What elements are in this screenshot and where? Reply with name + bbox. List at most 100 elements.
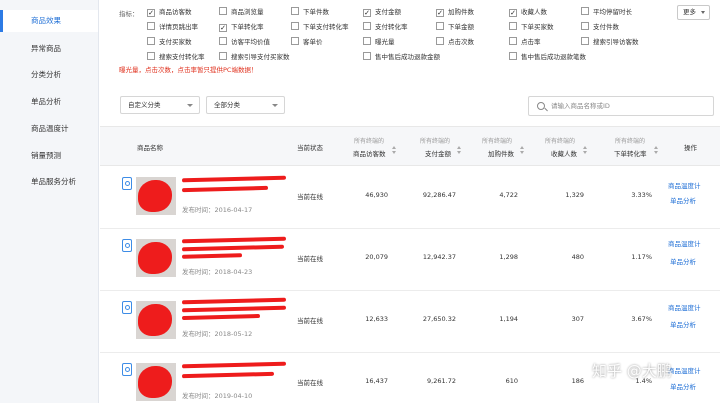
metric-checkbox-order-items[interactable]: 下单件数 <box>291 6 329 18</box>
metric-checkbox-bounce-rate[interactable]: 详情页跳出率 <box>147 21 198 33</box>
checkbox-icon[interactable] <box>219 37 227 45</box>
all-category-select[interactable]: 全部分类 <box>206 96 285 114</box>
redacted-product-title[interactable] <box>181 175 287 183</box>
metric-checkbox-search-pay-conversion[interactable]: 搜索支付转化率 <box>147 51 205 63</box>
checkbox-icon[interactable] <box>363 22 371 30</box>
sidebar-item-single-product-analysis[interactable]: 单品分析 <box>0 91 98 113</box>
single-analysis-link[interactable]: 单品分析 <box>670 319 696 329</box>
metric-checkbox-search-pay-buyers[interactable]: 搜索引导支付买家数 <box>219 51 290 63</box>
checkbox-icon[interactable] <box>509 22 517 30</box>
sort-icon[interactable] <box>654 146 658 154</box>
checkbox-checked-icon[interactable]: ✓ <box>147 9 155 17</box>
sidebar-item-category-analysis[interactable]: 分类分析 <box>0 64 98 86</box>
product-thumbnail[interactable] <box>136 363 176 401</box>
metric-checkbox-cart-items[interactable]: ✓ 加购件数 <box>436 6 474 18</box>
product-search-input[interactable] <box>551 99 709 113</box>
metric-checkbox-search-visitors[interactable]: 搜索引导访客数 <box>581 36 639 48</box>
metric-checkbox-order-conversion[interactable]: ✓ 下单转化率 <box>219 21 264 33</box>
thermometer-link[interactable]: 商品温度计 <box>668 302 701 312</box>
checkbox-icon[interactable] <box>436 22 444 30</box>
metric-checkbox-exposure[interactable]: 曝光量 <box>363 36 395 48</box>
checkbox-icon[interactable] <box>363 52 371 60</box>
column-header-visitors[interactable]: 商品访客数 <box>353 148 386 158</box>
sidebar-item-product-thermometer[interactable]: 商品温度计 <box>0 118 98 140</box>
redacted-product-title[interactable] <box>181 236 287 244</box>
redacted-product-title[interactable] <box>181 185 269 193</box>
checkbox-checked-icon[interactable]: ✓ <box>363 9 371 17</box>
redacted-product-title[interactable] <box>181 313 261 321</box>
sort-icon[interactable] <box>392 146 396 154</box>
sidebar-item-product-performance[interactable]: 商品效果 <box>0 10 98 32</box>
product-thumbnail[interactable] <box>136 177 176 215</box>
sort-icon[interactable] <box>520 146 524 154</box>
product-thumbnail[interactable] <box>136 239 176 277</box>
metric-checkbox-payment-amount[interactable]: ✓ 支付金额 <box>363 6 401 18</box>
metric-checkbox-visitor-value[interactable]: 访客平均价值 <box>219 36 270 48</box>
metric-checkbox-order-amount[interactable]: 下单金额 <box>436 21 474 33</box>
more-button[interactable]: 更多 <box>677 5 710 20</box>
checkbox-icon[interactable] <box>291 37 299 45</box>
column-header-cart[interactable]: 加购件数 <box>488 148 514 158</box>
checkbox-icon[interactable] <box>581 7 589 15</box>
metric-checkbox-pay-conversion[interactable]: 支付转化率 <box>363 21 408 33</box>
metric-checkbox-pageviews[interactable]: 商品浏览量 <box>219 6 264 18</box>
thermometer-link[interactable]: 商品温度计 <box>668 365 701 375</box>
metric-checkbox-avg-stay[interactable]: 平均停留时长 <box>581 6 632 18</box>
checkbox-icon[interactable] <box>147 22 155 30</box>
metric-checkbox-ctr[interactable]: 点击率 <box>509 36 541 48</box>
metric-checkbox-order-buyers[interactable]: 下单买家数 <box>509 21 554 33</box>
product-thumbnail[interactable] <box>136 301 176 339</box>
sidebar-item-sales-forecast[interactable]: 销量预测 <box>0 145 98 167</box>
cart-value: 1,298 <box>499 253 518 261</box>
metric-checkbox-visitors[interactable]: ✓ 商品访客数 <box>147 6 192 18</box>
checkbox-icon[interactable] <box>581 37 589 45</box>
checkbox-icon[interactable] <box>219 7 227 15</box>
checkbox-icon[interactable] <box>147 37 155 45</box>
publish-date: 发布时间：2016-04-17 <box>182 206 253 214</box>
checkbox-icon[interactable] <box>219 52 227 60</box>
metric-checkbox-pay-items[interactable]: 支付件数 <box>581 21 619 33</box>
metric-checkbox-favorites[interactable]: ✓ 收藏人数 <box>509 6 547 18</box>
checkbox-icon[interactable] <box>436 37 444 45</box>
metric-checkbox-order-pay-conversion[interactable]: 下单支付转化率 <box>291 21 349 33</box>
metric-checkbox-refund-count[interactable]: 售中售后成功退款笔数 <box>509 51 586 63</box>
sidebar-item-service-analysis[interactable]: 单品服务分析 <box>0 171 98 193</box>
sort-icon[interactable] <box>583 146 587 154</box>
checkbox-icon[interactable] <box>509 52 517 60</box>
column-header-conversion[interactable]: 下单转化率 <box>614 148 647 158</box>
checkbox-checked-icon[interactable]: ✓ <box>436 9 444 17</box>
sort-icon[interactable] <box>457 146 461 154</box>
checkbox-icon[interactable] <box>291 7 299 15</box>
single-analysis-link[interactable]: 单品分析 <box>670 381 696 391</box>
checkbox-icon[interactable] <box>509 37 517 45</box>
redacted-product-title[interactable] <box>181 361 287 369</box>
redacted-product-title[interactable] <box>181 305 287 313</box>
redacted-product-title[interactable] <box>181 253 243 259</box>
redacted-product-title[interactable] <box>181 244 285 252</box>
checkbox-checked-icon[interactable]: ✓ <box>509 9 517 17</box>
checkbox-icon[interactable] <box>147 52 155 60</box>
conversion-value: 3.33% <box>631 191 652 199</box>
custom-category-select[interactable]: 自定义分类 <box>120 96 200 114</box>
cart-value: 4,722 <box>499 191 518 199</box>
single-analysis-link[interactable]: 单品分析 <box>670 195 696 205</box>
checkbox-icon[interactable] <box>291 22 299 30</box>
column-header-amount[interactable]: 支付金额 <box>425 148 451 158</box>
thermometer-link[interactable]: 商品温度计 <box>668 180 701 190</box>
checkbox-checked-icon[interactable]: ✓ <box>219 24 227 32</box>
redaction-mark <box>138 304 172 336</box>
column-header-favorites[interactable]: 收藏人数 <box>551 148 577 158</box>
checkbox-icon[interactable] <box>363 37 371 45</box>
redacted-product-title[interactable] <box>181 297 287 305</box>
metric-checkbox-refund-amount[interactable]: 售中售后成功退款金额 <box>363 51 440 63</box>
single-analysis-link[interactable]: 单品分析 <box>670 256 696 266</box>
metric-checkbox-pay-buyers[interactable]: 支付买家数 <box>147 36 192 48</box>
sidebar-item-abnormal-products[interactable]: 异常商品 <box>0 38 98 60</box>
metric-checkbox-unit-price[interactable]: 客单价 <box>291 36 323 48</box>
search-icon[interactable] <box>537 102 545 110</box>
redacted-product-title[interactable] <box>181 371 275 379</box>
table-row: 发布时间：2018-05-12 当前在线 12,633 27,650.32 1,… <box>100 291 720 353</box>
thermometer-link[interactable]: 商品温度计 <box>668 238 701 248</box>
checkbox-icon[interactable] <box>581 22 589 30</box>
metric-checkbox-clicks[interactable]: 点击次数 <box>436 36 474 48</box>
